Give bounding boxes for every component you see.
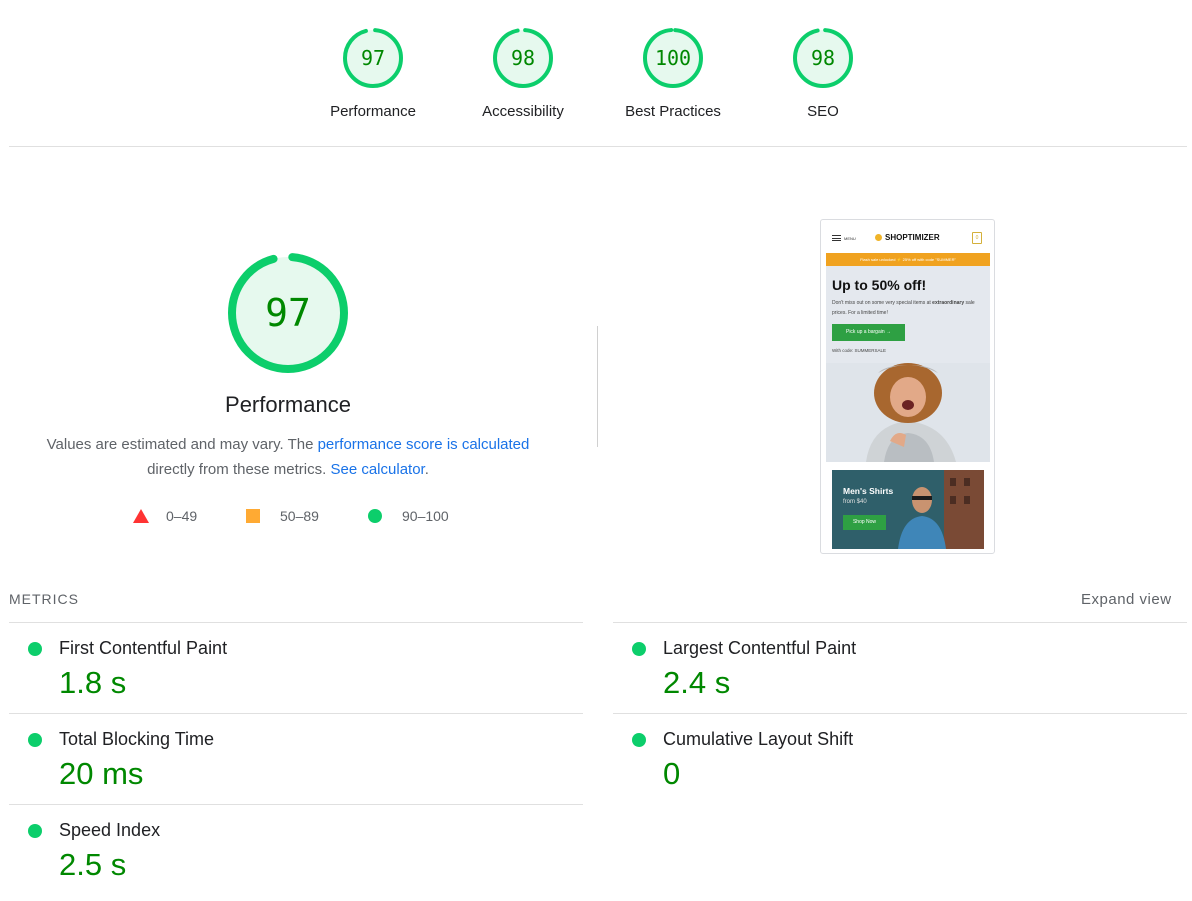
menu-label: MENU <box>844 235 856 241</box>
promo-banner: Flash sale unlocked ⚡ 25% off with code … <box>826 253 990 266</box>
gauge-label: SEO <box>807 103 839 120</box>
circle-icon <box>368 509 382 523</box>
metric-total-blocking-time: Total Blocking Time 20 ms <box>9 713 569 803</box>
card-subtitle: from $40 <box>843 499 867 505</box>
gauge-seo[interactable]: 98 SEO <box>758 27 888 120</box>
gauge-label: Accessibility <box>482 103 564 120</box>
hamburger-menu: MENU <box>832 235 856 241</box>
performance-big-gauge: 97 <box>227 252 349 374</box>
hero-text-bold: extraordinary <box>932 300 965 306</box>
logo-text: SHOPTIMIZER <box>885 233 940 242</box>
triangle-icon <box>133 509 149 523</box>
hero-text: Don't miss out on some very special item… <box>832 298 982 318</box>
pass-icon <box>28 733 42 747</box>
site-logo: SHOPTIMIZER <box>875 233 940 242</box>
metric-name: Largest Contentful Paint <box>663 638 857 658</box>
hero-title: Up to 50% off! <box>832 277 927 293</box>
legend-label: 90–100 <box>402 508 449 524</box>
gauge-performance[interactable]: 97 Performance <box>308 27 438 120</box>
gauge-score: 100 <box>654 46 692 70</box>
hero-code: With code: SUMMERSALE <box>832 348 887 353</box>
gauge-accessibility[interactable]: 98 Accessibility <box>458 27 588 120</box>
gauge-label: Best Practices <box>625 103 721 120</box>
metric-first-contentful-paint: First Contentful Paint 1.8 s <box>9 622 569 712</box>
legend-label: 50–89 <box>280 508 319 524</box>
desc-text: Values are estimated and may vary. The <box>46 436 318 453</box>
metric-name: Total Blocking Time <box>59 729 215 749</box>
hero-section: Up to 50% off! Don't miss out on some ve… <box>826 266 990 462</box>
desc-text: . <box>424 461 429 478</box>
square-icon <box>246 509 260 523</box>
legend-pass: 90–100 <box>368 506 449 526</box>
section-divider <box>9 146 1187 147</box>
gauge-label: Performance <box>330 103 416 120</box>
card-title: Men's Shirts <box>843 486 894 496</box>
metric-name: Cumulative Layout Shift <box>663 729 854 749</box>
metric-value: 20 ms <box>59 756 144 791</box>
metric-value: 2.5 s <box>59 847 127 882</box>
vertical-divider <box>597 326 598 447</box>
site-header: MENU SHOPTIMIZER 0 <box>821 220 994 254</box>
metric-value: 1.8 s <box>59 665 127 700</box>
metric-value: 0 <box>663 756 681 791</box>
performance-score: 97 <box>265 291 311 335</box>
gauge-score: 98 <box>510 46 536 70</box>
logo-icon <box>875 234 882 241</box>
see-calculator-link[interactable]: See calculator <box>330 461 424 478</box>
card-button: Shop Now <box>843 515 886 530</box>
expand-view-toggle[interactable]: Expand view <box>1081 591 1172 608</box>
legend-average: 50–89 <box>246 506 319 526</box>
metric-name: Speed Index <box>59 820 161 840</box>
score-calculation-link[interactable]: performance score is calculated <box>318 436 530 453</box>
pass-icon <box>28 824 42 838</box>
desc-text: directly from these metrics. <box>147 461 331 478</box>
pass-icon <box>28 642 42 656</box>
pass-icon <box>632 733 646 747</box>
score-legend: 0–49 50–89 90–100 <box>0 506 600 526</box>
cart-icon: 0 <box>972 232 982 244</box>
performance-description: Values are estimated and may vary. The p… <box>30 432 546 482</box>
metrics-heading: METRICS <box>9 591 79 607</box>
metric-value: 2.4 s <box>663 665 731 700</box>
legend-label: 0–49 <box>166 508 198 524</box>
gauge-score: 97 <box>360 46 386 70</box>
hero-button: Pick up a bargain → <box>832 324 905 341</box>
menu-icon <box>832 235 841 241</box>
legend-fail: 0–49 <box>133 506 197 526</box>
pass-icon <box>632 642 646 656</box>
page-screenshot-thumbnail[interactable]: MENU SHOPTIMIZER 0 Flash sale unlocked ⚡… <box>820 219 995 554</box>
category-gauges: 97 Performance 98 Accessibility 100 Best… <box>0 0 1192 147</box>
metric-name: First Contentful Paint <box>59 638 228 658</box>
metric-speed-index: Speed Index 2.5 s <box>9 804 569 894</box>
gauge-score: 98 <box>810 46 836 70</box>
performance-title: Performance <box>225 392 351 417</box>
mens-shirts-card: Men's Shirts from $40 Shop Now <box>832 470 984 549</box>
gauge-best-practices[interactable]: 100 Best Practices <box>608 27 738 120</box>
hero-text-part: Don't miss out on some very special item… <box>832 300 933 306</box>
hero-person-image <box>826 363 990 462</box>
card-background-image <box>832 470 984 549</box>
metric-cumulative-layout-shift: Cumulative Layout Shift 0 <box>613 713 1173 803</box>
metric-largest-contentful-paint: Largest Contentful Paint 2.4 s <box>613 622 1173 712</box>
